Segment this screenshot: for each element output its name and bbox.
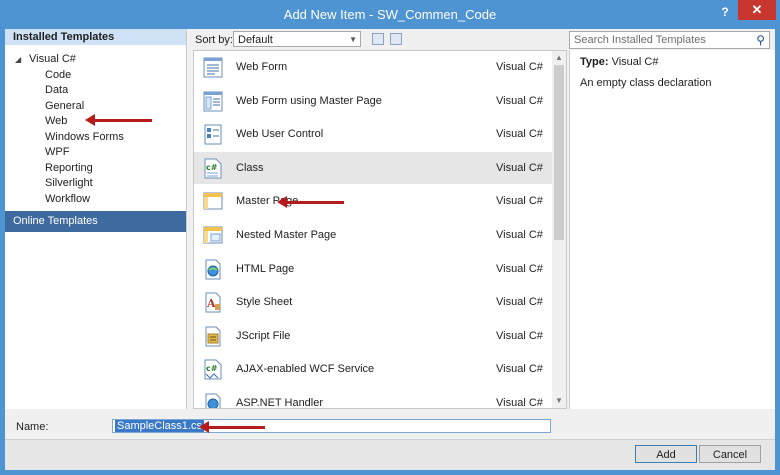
- template-type: Visual C#: [496, 262, 543, 275]
- style-sheet-icon: A: [203, 292, 223, 313]
- installed-templates-header[interactable]: Installed Templates: [5, 29, 186, 45]
- tree-item-workflow[interactable]: Workflow: [5, 192, 186, 208]
- template-item-web-form[interactable]: Web Form Visual C#: [194, 51, 552, 84]
- name-value: SampleClass1.cs: [115, 420, 204, 432]
- scroll-down-icon[interactable]: ▼: [552, 394, 566, 408]
- template-name: ASP.NET Handler: [236, 397, 324, 409]
- template-name: Web Form: [236, 61, 288, 73]
- template-name: Class: [236, 161, 264, 174]
- help-button[interactable]: ?: [714, 2, 736, 22]
- template-type: Visual C#: [496, 329, 543, 342]
- small-icons-view-icon[interactable]: [390, 33, 402, 45]
- template-type: Visual C#: [496, 195, 543, 208]
- tree-item-silverlight[interactable]: Silverlight: [5, 176, 186, 192]
- template-item-web-user-control[interactable]: Web User Control Visual C#: [194, 118, 552, 152]
- template-name: HTML Page: [236, 262, 295, 275]
- master-page-icon: [203, 191, 223, 212]
- arrow-annotation-web: [85, 114, 152, 126]
- nested-master-page-icon: [203, 225, 223, 246]
- dialog-body: Installed Templates ◢ Visual C# Code Data…: [5, 29, 775, 470]
- tree-item-windows-forms[interactable]: Windows Forms: [5, 130, 186, 146]
- name-input[interactable]: SampleClass1.cs: [112, 419, 551, 433]
- template-type: Visual C#: [496, 229, 543, 241]
- sort-by-dropdown[interactable]: Default ▼: [233, 31, 361, 47]
- template-type: Visual C#: [496, 161, 543, 174]
- template-description: An empty class declaration: [580, 77, 712, 89]
- template-type: Visual C#: [496, 296, 543, 309]
- template-item-html-page[interactable]: HTML Page Visual C#: [194, 253, 552, 286]
- arrow-annotation-class: [277, 196, 344, 208]
- expand-triangle-icon[interactable]: ◢: [15, 52, 29, 68]
- web-form-master-icon: [203, 91, 223, 112]
- tree-item-reporting[interactable]: Reporting: [5, 161, 186, 177]
- template-name: Nested Master Page: [236, 229, 337, 241]
- template-type: Visual C#: [496, 397, 543, 409]
- button-bar: Add Cancel: [5, 439, 775, 470]
- template-name: Web Form using Master Page: [236, 94, 382, 107]
- cancel-button[interactable]: Cancel: [699, 445, 761, 463]
- jscript-file-icon: [203, 326, 223, 347]
- template-item-style-sheet[interactable]: A Style Sheet Visual C#: [194, 286, 552, 320]
- chevron-down-icon: ▼: [349, 35, 357, 44]
- scroll-thumb[interactable]: [554, 65, 564, 240]
- wcf-service-icon: c#: [203, 359, 223, 380]
- tree-item-general[interactable]: General: [5, 99, 186, 115]
- template-name: Style Sheet: [236, 296, 293, 309]
- template-item-ajax-wcf-service[interactable]: c# AJAX-enabled WCF Service Visual C#: [194, 353, 552, 387]
- template-item-web-form-master-page[interactable]: Web Form using Master Page Visual C#: [194, 85, 552, 118]
- template-list: Web Form Visual C# Web Form using Master P…: [193, 50, 567, 409]
- svg-text:A: A: [206, 297, 216, 310]
- csharp-class-icon: c#: [203, 158, 223, 179]
- template-type: Visual C#: [496, 94, 543, 107]
- web-form-icon: [203, 57, 223, 78]
- template-name: Web User Control: [236, 128, 324, 141]
- add-button[interactable]: Add: [635, 445, 697, 463]
- name-bar: Name: SampleClass1.cs: [5, 415, 775, 439]
- svg-text:c#: c#: [206, 364, 218, 373]
- search-icon[interactable]: ⚲: [756, 33, 765, 47]
- title-bar: Add New Item - SW_Commen_Code ? ✕: [0, 0, 780, 29]
- template-tree: ◢ Visual C# Code Data General Web Windows…: [5, 52, 186, 207]
- template-type: Type: Visual C#: [580, 56, 659, 68]
- template-name: JScript File: [236, 329, 291, 342]
- template-item-jscript-file[interactable]: JScript File Visual C#: [194, 320, 552, 353]
- template-type: Visual C#: [496, 128, 543, 141]
- template-item-class[interactable]: c# Class Visual C#: [194, 151, 552, 185]
- search-box: ⚲: [569, 31, 770, 49]
- medium-icons-view-icon[interactable]: [372, 33, 384, 45]
- online-templates-header[interactable]: Online Templates: [5, 211, 186, 232]
- template-tree-pane: Installed Templates ◢ Visual C# Code Data…: [5, 29, 187, 409]
- template-item-aspnet-handler[interactable]: ASP.NET Handler Visual C#: [194, 387, 552, 409]
- tree-item-code[interactable]: Code: [5, 68, 186, 84]
- template-name: AJAX-enabled WCF Service: [236, 363, 375, 376]
- template-item-master-page[interactable]: Master Page Visual C#: [194, 185, 552, 219]
- sort-toolbar: Sort by: Default ▼: [195, 31, 565, 49]
- close-button[interactable]: ✕: [738, 0, 776, 20]
- add-new-item-dialog: Add New Item - SW_Commen_Code ? ✕ Instal…: [0, 0, 780, 475]
- arrow-annotation-name: [199, 421, 265, 433]
- template-type: Visual C#: [496, 363, 543, 376]
- aspnet-handler-icon: [203, 393, 223, 408]
- tree-item-data[interactable]: Data: [5, 83, 186, 99]
- search-input[interactable]: [570, 32, 748, 48]
- scroll-up-icon[interactable]: ▲: [552, 51, 566, 65]
- user-control-icon: [203, 124, 223, 145]
- template-item-nested-master-page[interactable]: Nested Master Page Visual C#: [194, 219, 552, 252]
- tree-item-visual-csharp[interactable]: ◢ Visual C#: [5, 52, 186, 68]
- template-details-pane: Type: Visual C# An empty class declarati…: [569, 50, 775, 409]
- tree-item-wpf[interactable]: WPF: [5, 145, 186, 161]
- template-list-scrollbar[interactable]: ▲ ▼: [552, 51, 566, 408]
- template-type: Visual C#: [496, 61, 543, 73]
- window-title: Add New Item - SW_Commen_Code: [283, 7, 497, 22]
- sort-by-label: Sort by:: [195, 34, 233, 46]
- svg-text:c#: c#: [206, 163, 218, 172]
- name-label: Name:: [16, 421, 49, 433]
- html-page-icon: [203, 259, 223, 280]
